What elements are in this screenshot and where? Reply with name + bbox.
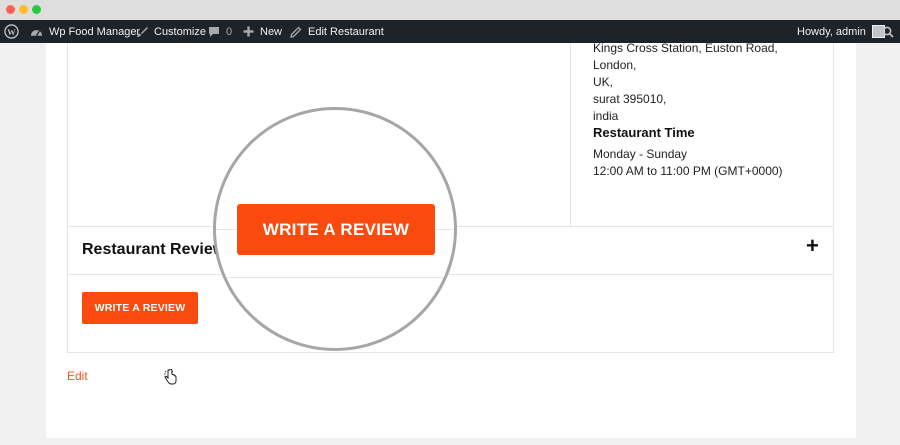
pencil-icon: [290, 26, 302, 38]
close-window-button[interactable]: [6, 5, 15, 14]
minimize-window-button[interactable]: [19, 5, 28, 14]
maximize-window-button[interactable]: [32, 5, 41, 14]
svg-text:W: W: [7, 27, 16, 37]
howdy-label: Howdy, admin: [797, 25, 866, 38]
restaurant-time-heading: Restaurant Time: [593, 125, 695, 140]
customize-label: Customize: [154, 25, 206, 38]
plus-icon: [243, 26, 254, 37]
write-review-button-magnified[interactable]: WRITE A REVIEW: [237, 204, 435, 255]
search-icon: [882, 26, 894, 38]
site-name-link[interactable]: Wp Food Manager: [30, 20, 140, 43]
edit-link[interactable]: Edit: [67, 369, 88, 383]
site-name-label: Wp Food Manager: [49, 25, 141, 38]
restaurant-reviews-heading: Restaurant Reviews: [82, 241, 235, 258]
comments-link[interactable]: 0: [208, 20, 232, 43]
restaurant-address: Kings Cross Station, Euston Road, London…: [593, 40, 823, 125]
address-line: Kings Cross Station, Euston Road, London…: [593, 41, 778, 72]
admin-search-button[interactable]: [882, 20, 894, 43]
new-label: New: [260, 25, 283, 38]
browser-chrome: [0, 0, 900, 20]
address-line: UK,: [593, 75, 614, 89]
magnified-divider: [216, 277, 454, 278]
reviews-expand-toggle[interactable]: +: [806, 233, 819, 259]
column-divider: [570, 43, 571, 226]
comments-count: 0: [226, 25, 233, 38]
dashboard-gauge-icon: [30, 29, 43, 36]
address-line: india: [593, 109, 619, 123]
hand-pointer-cursor-icon: [164, 369, 177, 385]
wordpress-logo-button[interactable]: W: [4, 20, 19, 43]
section-divider: [68, 274, 833, 275]
edit-restaurant-label: Edit Restaurant: [308, 25, 384, 38]
comment-bubble-icon: [209, 26, 219, 37]
customize-link[interactable]: Customize: [136, 20, 206, 43]
address-line: surat 395010,: [593, 92, 667, 106]
restaurant-time-days: Monday - Sunday: [593, 147, 688, 161]
edit-restaurant-link[interactable]: Edit Restaurant: [290, 20, 384, 43]
restaurant-time-hours: 12:00 AM to 11:00 PM (GMT+0000): [593, 164, 783, 178]
new-content-link[interactable]: New: [243, 20, 282, 43]
write-review-button[interactable]: WRITE A REVIEW: [82, 292, 198, 324]
magnifier-callout: WRITE A REVIEW: [213, 107, 457, 351]
paintbrush-icon: [137, 26, 148, 37]
wordpress-icon: W: [4, 24, 19, 39]
